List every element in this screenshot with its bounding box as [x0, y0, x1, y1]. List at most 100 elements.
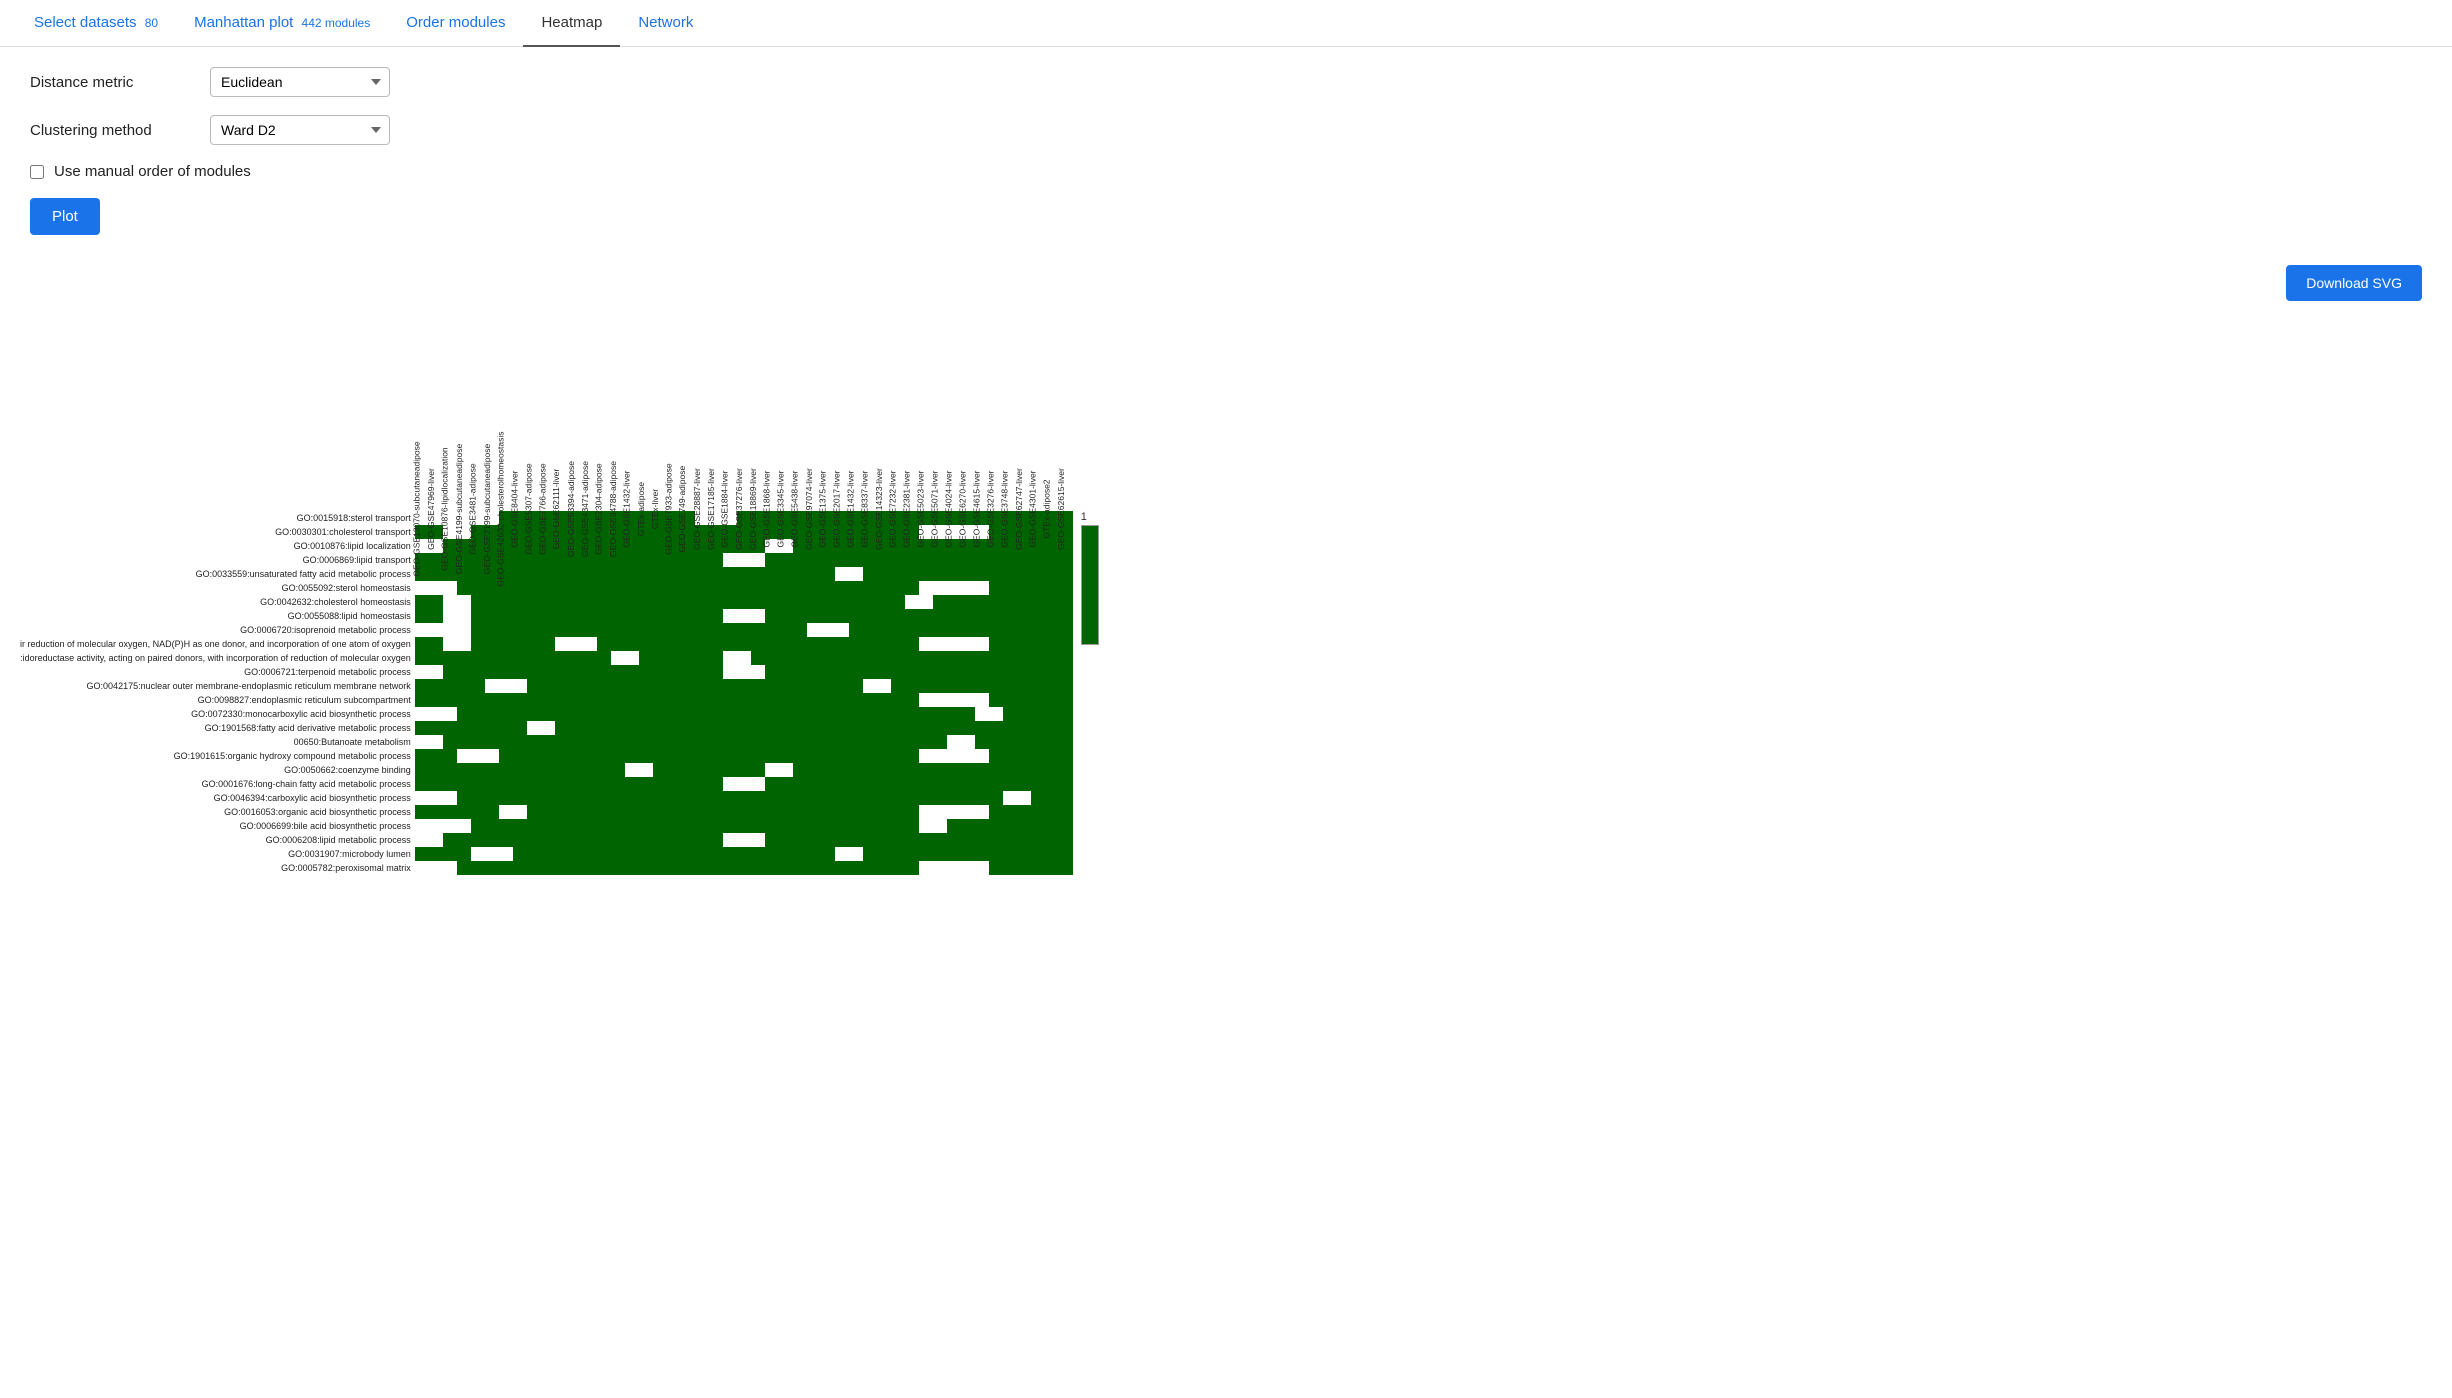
heatmap-cell: [667, 763, 681, 777]
heatmap-cell: [737, 721, 751, 735]
heatmap-cell: [485, 847, 499, 861]
row-label: 00650:Butanoate metabolism: [20, 735, 415, 749]
heatmap-cell: [415, 679, 429, 693]
heatmap-cell: [891, 665, 905, 679]
heatmap-cell: [527, 861, 541, 875]
heatmap-cell: [807, 595, 821, 609]
heatmap-cell: [933, 819, 947, 833]
heatmap-cell: [751, 791, 765, 805]
manual-order-checkbox[interactable]: [30, 165, 44, 179]
heatmap-cell: [961, 819, 975, 833]
heatmap-cell: [1059, 595, 1073, 609]
heatmap-cell: [737, 567, 751, 581]
tab-manhattan-plot[interactable]: Manhattan plot 442 modules: [176, 0, 388, 47]
heatmap-cell: [905, 749, 919, 763]
distance-metric-select[interactable]: Euclidean Pearson Spearman: [210, 67, 390, 97]
tab-select-datasets[interactable]: Select datasets 80: [16, 0, 176, 47]
heatmap-cell: [625, 833, 639, 847]
heatmap-cell: [793, 553, 807, 567]
heatmap-cell: [1003, 735, 1017, 749]
heatmap-cell: [471, 609, 485, 623]
heatmap-cell: [709, 833, 723, 847]
tab-heatmap[interactable]: Heatmap: [523, 0, 620, 47]
heatmap-cell: [1045, 819, 1059, 833]
heatmap-cell: [1059, 721, 1073, 735]
heatmap-row: [415, 791, 1073, 805]
heatmap-cell: [765, 819, 779, 833]
heatmap-cell: [933, 833, 947, 847]
heatmap-cell: [569, 763, 583, 777]
heatmap-cell: [723, 567, 737, 581]
heatmap-cell: [807, 791, 821, 805]
heatmap-cell: [807, 861, 821, 875]
heatmap-cell: [625, 777, 639, 791]
plot-button[interactable]: Plot: [30, 198, 100, 235]
heatmap-cell: [877, 791, 891, 805]
heatmap-cell: [541, 861, 555, 875]
heatmap-cell: [429, 679, 443, 693]
heatmap-cell: [1003, 805, 1017, 819]
heatmap-cell: [681, 567, 695, 581]
heatmap-cell: [793, 763, 807, 777]
heatmap-cell: [1059, 609, 1073, 623]
heatmap-cell: [555, 595, 569, 609]
heatmap-cell: [681, 609, 695, 623]
heatmap-cell: [639, 651, 653, 665]
heatmap-cell: [1003, 553, 1017, 567]
heatmap-cell: [681, 665, 695, 679]
heatmap-cell: [429, 805, 443, 819]
heatmap-cell: [471, 805, 485, 819]
heatmap-cell: [989, 553, 1003, 567]
heatmap-cell: [485, 609, 499, 623]
heatmap-cell: [1031, 833, 1045, 847]
heatmap-cell: [849, 847, 863, 861]
heatmap-cell: [443, 833, 457, 847]
heatmap-cell: [723, 847, 737, 861]
heatmap-cell: [793, 833, 807, 847]
heatmap-cell: [513, 819, 527, 833]
heatmap-cell: [751, 595, 765, 609]
col-labels: GEO-GSE13070-subcutaneadiposeGEO-GSE4796…: [415, 311, 1073, 511]
heatmap-cell: [527, 651, 541, 665]
heatmap-cell: [583, 595, 597, 609]
heatmap-cell: [625, 707, 639, 721]
heatmap-cell: [919, 595, 933, 609]
heatmap-cell: [989, 637, 1003, 651]
heatmap-cell: [1017, 623, 1031, 637]
heatmap-cell: [1045, 805, 1059, 819]
heatmap-cell: [933, 791, 947, 805]
heatmap-cell: [625, 847, 639, 861]
heatmap-cell: [513, 595, 527, 609]
heatmap-cell: [877, 735, 891, 749]
heatmap-cell: [765, 553, 779, 567]
heatmap-cell: [681, 651, 695, 665]
heatmap-cell: [1059, 707, 1073, 721]
tab-order-modules[interactable]: Order modules: [388, 0, 523, 47]
heatmap-cell: [499, 693, 513, 707]
heatmap-cell: [877, 623, 891, 637]
tab-network[interactable]: Network: [620, 0, 711, 47]
heatmap-cell: [779, 777, 793, 791]
heatmap-cell: [471, 735, 485, 749]
heatmap-cell: [583, 805, 597, 819]
heatmap-cell: [527, 707, 541, 721]
heatmap-cell: [667, 749, 681, 763]
heatmap-cell: [695, 651, 709, 665]
heatmap-cell: [555, 721, 569, 735]
heatmap-cell: [1031, 679, 1045, 693]
heatmap-cell: [849, 791, 863, 805]
clustering-method-select[interactable]: Ward D2 Complete Average Single: [210, 115, 390, 145]
heatmap-cell: [653, 665, 667, 679]
heatmap-cell: [891, 595, 905, 609]
row-label: GO:0016053:organic acid biosynthetic pro…: [20, 805, 415, 819]
download-svg-button[interactable]: Download SVG: [2286, 265, 2422, 301]
heatmap-cell: [499, 847, 513, 861]
heatmap-cell: [947, 679, 961, 693]
heatmap-cell: [849, 763, 863, 777]
heatmap-cell: [653, 581, 667, 595]
row-label: GO:0098827:endoplasmic reticulum subcomp…: [20, 693, 415, 707]
heatmap-cell: [1017, 609, 1031, 623]
row-label: GO:0050662:coenzyme binding: [20, 763, 415, 777]
heatmap-cell: [1045, 637, 1059, 651]
heatmap-cell: [415, 791, 429, 805]
